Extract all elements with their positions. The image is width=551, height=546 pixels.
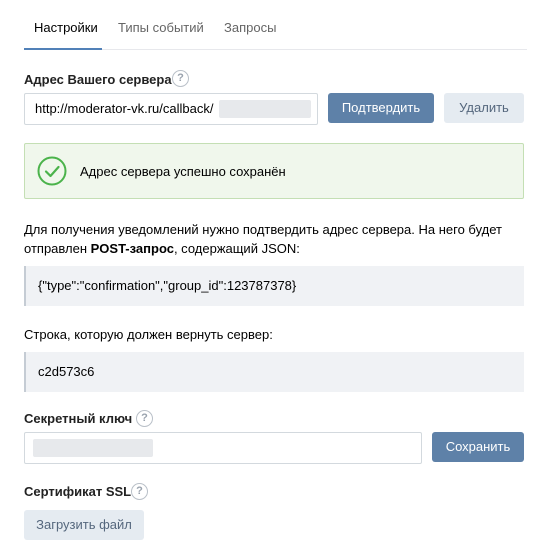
masked-url-suffix	[219, 100, 311, 118]
active-tab-indicator	[24, 48, 102, 50]
tab-bar: Настройки Типы событий Запросы	[24, 0, 527, 50]
post-request-text: POST-запрос	[90, 241, 174, 256]
success-message: Адрес сервера успешно сохранён	[80, 164, 286, 179]
ssl-certificate-help-icon[interactable]: ?	[131, 483, 148, 500]
delete-button[interactable]: Удалить	[444, 93, 524, 123]
info-line-1: Для получения уведомлений нужно подтверд…	[24, 222, 502, 237]
json-request-text: {"type":"confirmation","group_id":123787…	[38, 278, 297, 293]
secret-key-help-icon[interactable]: ?	[136, 410, 153, 427]
tab-requests[interactable]: Запросы	[224, 20, 276, 35]
server-address-help-icon[interactable]: ?	[172, 70, 189, 87]
server-address-label: Адрес Вашего сервера	[24, 72, 172, 87]
upload-file-button[interactable]: Загрузить файл	[24, 510, 144, 540]
confirmation-info: Для получения уведомлений нужно подтверд…	[24, 220, 502, 258]
success-alert: Адрес сервера успешно сохранён	[24, 143, 524, 199]
confirm-button[interactable]: Подтвердить	[328, 93, 434, 123]
json-request-box: {"type":"confirmation","group_id":123787…	[24, 266, 524, 306]
tab-settings[interactable]: Настройки	[34, 20, 98, 35]
server-address-value: http://moderator-vk.ru/callback/	[35, 101, 214, 116]
info-line-2: отправлен POST-запрос, содержащий JSON:	[24, 241, 300, 256]
save-button[interactable]: Сохранить	[432, 432, 524, 462]
ssl-certificate-label: Сертификат SSL	[24, 484, 132, 499]
masked-secret-key	[33, 439, 153, 457]
response-code-text: c2d573c6	[38, 364, 95, 379]
check-circle-icon	[37, 156, 67, 186]
tab-event-types[interactable]: Типы событий	[118, 20, 204, 35]
response-label: Строка, которую должен вернуть сервер:	[24, 327, 273, 342]
response-code-box: c2d573c6	[24, 352, 524, 392]
secret-key-label: Секретный ключ	[24, 411, 133, 426]
